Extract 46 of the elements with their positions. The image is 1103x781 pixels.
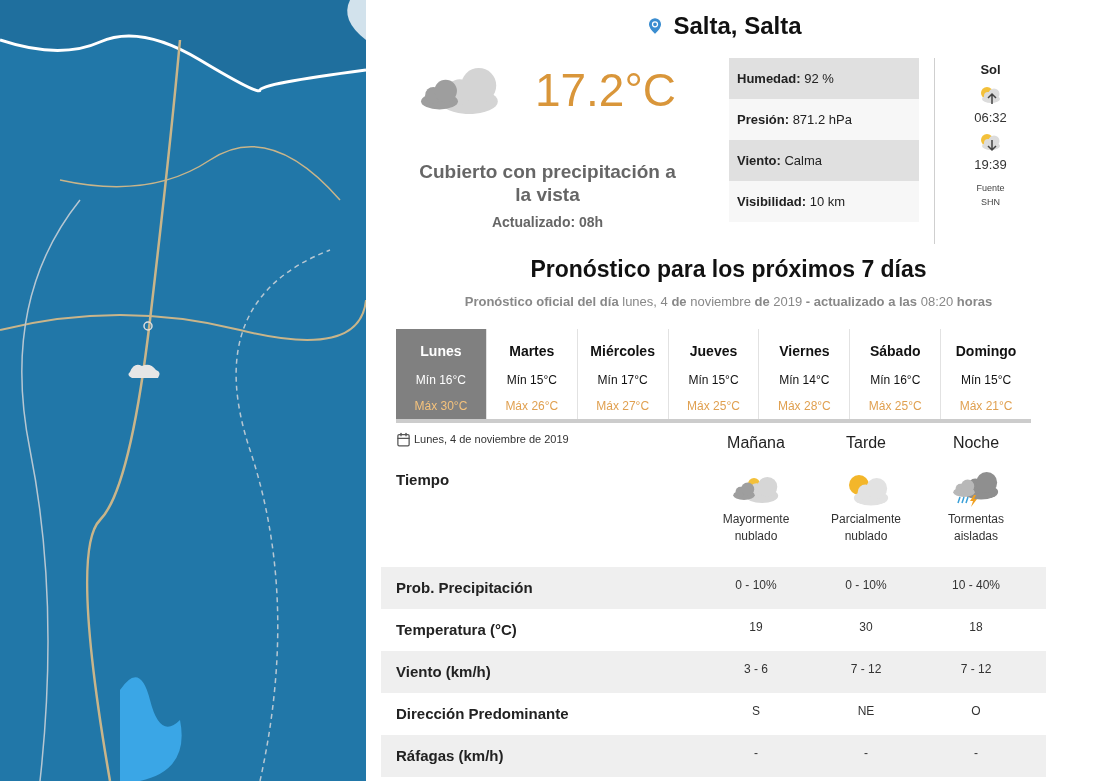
row-label: Tiempo xyxy=(396,470,450,490)
table-cell-text: O xyxy=(971,703,981,720)
date-text: Lunes, 4 de noviembre de 2019 xyxy=(414,432,569,447)
table-cell-text: 10 - 40% xyxy=(952,577,1000,594)
sun-time: 19:39 xyxy=(974,156,1007,174)
stat-row: Humedad: 92 % xyxy=(729,58,919,99)
sun-title: Sol xyxy=(980,61,1001,79)
condition-label: Mayormente nublado xyxy=(721,511,791,545)
table-cell-text: 7 - 12 xyxy=(960,661,992,678)
row-label: Viento (km/h) xyxy=(396,661,491,682)
row-label: Temperatura (°C) xyxy=(396,619,517,640)
storm-cloud-icon xyxy=(952,471,1000,507)
table-cell-text: NE xyxy=(857,703,875,720)
current-temperature: 17.2°C xyxy=(534,67,677,113)
period-header: Noche xyxy=(952,433,1000,453)
period-header: Mañana xyxy=(727,433,785,453)
period-header: Tarde xyxy=(846,433,886,453)
table-cell-text: 30 xyxy=(859,619,873,636)
source-text: Fuente SHN xyxy=(975,181,1006,209)
row-label: Prob. Precipitación xyxy=(396,577,533,598)
table-cell-text: - xyxy=(864,745,868,762)
sun-time: 06:32 xyxy=(974,108,1007,127)
table-cell-text: 3 - 6 xyxy=(744,661,768,678)
condition-label: Parcialmente nublado xyxy=(830,511,902,545)
table-cell-text: - xyxy=(974,745,978,762)
condition-label: Tormentas aisladas xyxy=(947,511,1005,545)
cloud-icon xyxy=(418,66,501,114)
updated-text: Actualizado: 08h xyxy=(491,213,604,232)
stat-row: Viento: Calma xyxy=(729,140,919,181)
row-label: Dirección Predominante xyxy=(396,703,569,724)
row-label: Ráfagas (km/h) xyxy=(396,745,504,766)
table-cell-text: S xyxy=(752,703,760,720)
table-cell-text: 0 - 10% xyxy=(735,577,777,594)
table-cell-text: - xyxy=(754,745,758,762)
forecast-title: Pronóstico para los próximos 7 días xyxy=(529,255,928,284)
condition-text: Cubierto con precipitación a la vista xyxy=(418,160,677,206)
table-cell-text: 18 xyxy=(969,619,983,636)
stat-row: Visibilidad: 10 km xyxy=(729,181,919,222)
forecast-subtitle: Pronóstico oficial del día lunes, 4 de noviembre de 2019 - actualizado a las 08:20 horas xyxy=(463,292,994,311)
stat-row: Presión: 871.2 hPa xyxy=(729,99,919,140)
table-cell-text: 0 - 10% xyxy=(845,577,887,594)
table-cell-text: 7 - 12 xyxy=(850,661,882,678)
table-cell-text: 19 xyxy=(749,619,763,636)
location-title: Salta, Salta xyxy=(673,11,802,41)
day-tab[interactable]: Lunes Mín 16°C Máx 30°C xyxy=(396,329,486,419)
calendar-icon xyxy=(396,431,411,447)
